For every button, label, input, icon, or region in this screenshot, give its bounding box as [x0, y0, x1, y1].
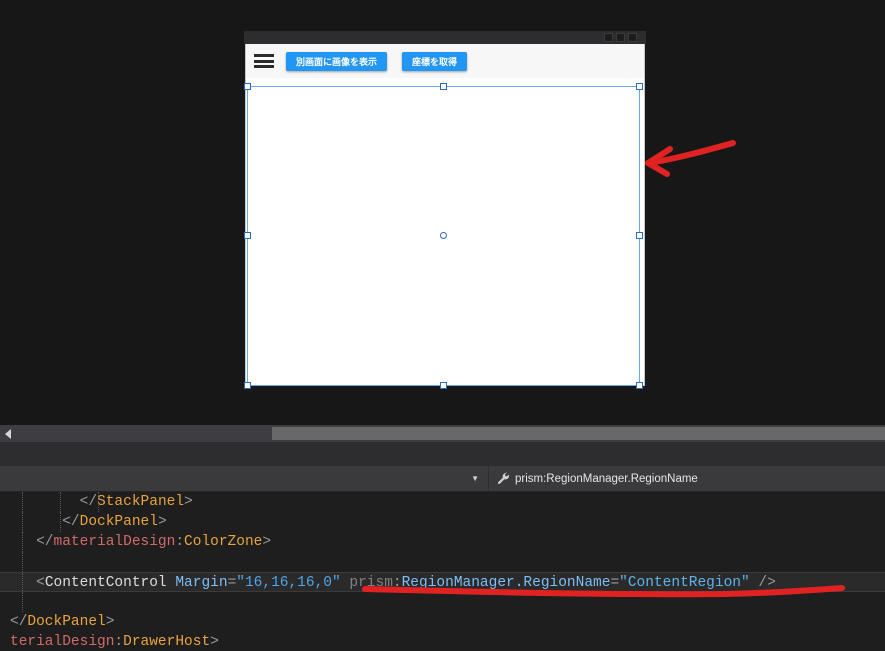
designer-scrollbar-thumb[interactable]: [272, 427, 885, 440]
code-token: </: [62, 514, 80, 530]
code-token: :: [114, 634, 124, 650]
code-line-text: </materialDesign:ColorZone>: [0, 534, 271, 550]
code-token: Margin: [175, 575, 228, 591]
member-dropdown[interactable]: ▼: [0, 466, 489, 491]
xaml-designer-surface[interactable]: 別画面に画像を表示 座標を取得: [0, 0, 885, 425]
wrench-icon: [497, 472, 510, 485]
show-image-in-separate-window-button[interactable]: 別画面に画像を表示: [286, 51, 388, 71]
code-token: </: [36, 534, 54, 550]
code-line[interactable]: </materialDesign:ColorZone>: [0, 532, 885, 552]
preview-window: 別画面に画像を表示 座標を取得: [244, 31, 646, 388]
preview-toolbar: 別画面に画像を表示 座標を取得: [245, 44, 645, 78]
code-token: StackPanel: [97, 494, 185, 510]
designer-root: 別画面に画像を表示 座標を取得 ▼ prism:RegionManager.Re…: [0, 0, 885, 651]
indent-guide: [22, 492, 23, 512]
code-token: DockPanel: [79, 514, 158, 530]
chevron-down-icon: ▼: [471, 473, 479, 483]
property-indicator[interactable]: prism:RegionManager.RegionName: [489, 466, 885, 491]
code-token: "16,16,16,0": [236, 575, 341, 591]
code-token: </: [79, 494, 98, 510]
indent-guide: [98, 492, 99, 512]
red-underline-annotation: [362, 585, 845, 598]
code-token: >: [184, 494, 193, 510]
xaml-code-editor[interactable]: </StackPanel> </DockPanel> </materialDes…: [0, 492, 885, 651]
indent-guide: [22, 573, 23, 593]
code-line[interactable]: </StackPanel>: [0, 492, 885, 512]
code-token: >: [105, 614, 115, 630]
maximize-button[interactable]: [616, 33, 625, 42]
hamburger-icon[interactable]: [254, 53, 276, 69]
designer-horizontal-scrollbar[interactable]: [0, 425, 885, 442]
indent-guide: [60, 512, 61, 532]
code-token: >: [157, 514, 167, 530]
code-token: DrawerHost: [123, 634, 211, 650]
indent-guide: [22, 552, 23, 572]
code-line[interactable]: [0, 552, 885, 572]
code-token: <: [36, 575, 45, 591]
get-coordinates-button[interactable]: 座標を取得: [402, 51, 468, 71]
code-token: =: [227, 575, 237, 591]
indent-guide: [22, 592, 23, 612]
code-token: DockPanel: [27, 614, 106, 630]
code-token: </: [10, 614, 28, 630]
preview-content-region[interactable]: [245, 78, 645, 386]
red-arrow-annotation: [645, 140, 736, 177]
code-line[interactable]: </DockPanel>: [0, 512, 885, 532]
code-line-text: </DockPanel>: [0, 514, 167, 530]
code-line[interactable]: </DockPanel>: [0, 612, 885, 632]
code-line-text: terialDesign:DrawerHost>: [0, 634, 219, 650]
scroll-left-arrow-icon[interactable]: [0, 425, 17, 442]
code-token: :: [175, 534, 185, 550]
code-line-text: </StackPanel>: [0, 494, 193, 510]
code-token: ColorZone: [184, 534, 263, 550]
code-token: >: [262, 534, 272, 550]
property-name-label: prism:RegionManager.RegionName: [515, 472, 698, 485]
editor-navigation-bar: ▼ prism:RegionManager.RegionName: [0, 466, 885, 492]
minimize-button[interactable]: [604, 33, 613, 42]
code-line[interactable]: terialDesign:DrawerHost>: [0, 632, 885, 651]
code-token: materialDesign: [53, 534, 176, 550]
preview-window-titlebar: [244, 31, 646, 44]
designer-editor-splitter[interactable]: [0, 442, 885, 466]
code-token: terialDesign: [10, 634, 115, 650]
code-token: ContentControl: [44, 575, 167, 591]
indent-guide: [60, 492, 61, 512]
indent-guide: [22, 512, 23, 532]
close-button[interactable]: [628, 33, 637, 42]
code-token: >: [210, 634, 219, 650]
indent-guide: [22, 532, 23, 552]
code-line-text: </DockPanel>: [0, 614, 114, 630]
